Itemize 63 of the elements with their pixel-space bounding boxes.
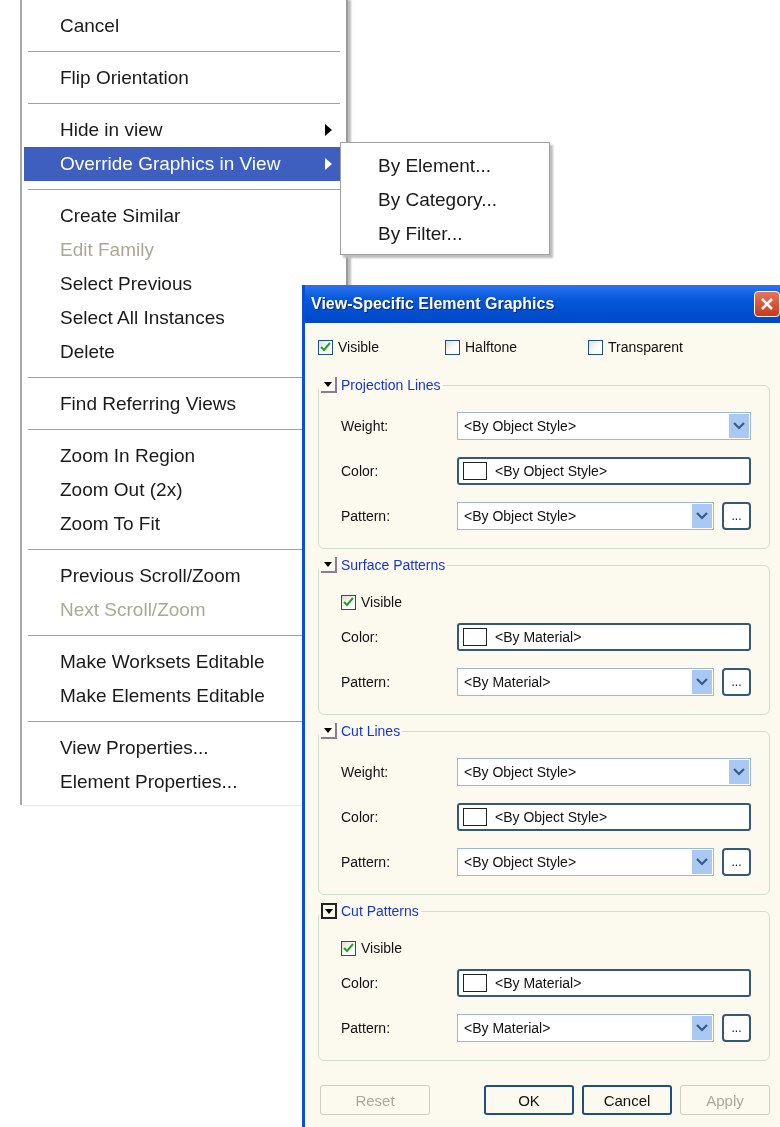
dialog-button[interactable]: OK (484, 1085, 574, 1115)
dropdown[interactable]: <By Object Style> (457, 412, 751, 440)
menu-item[interactable]: By Filter... (341, 217, 549, 251)
browse-button[interactable]: ... (722, 848, 751, 876)
color-picker[interactable]: <By Object Style> (457, 803, 751, 831)
chevron-down-icon (733, 422, 745, 430)
chevron-down-icon (696, 512, 708, 520)
dropdown[interactable]: <By Material> (457, 1014, 714, 1042)
close-icon (760, 297, 774, 311)
field-label: Pattern: (341, 1020, 392, 1036)
dropdown[interactable]: <By Object Style> (457, 848, 714, 876)
chevron-down-icon (696, 858, 708, 866)
triangle-down-icon (323, 559, 333, 569)
checkbox[interactable] (588, 339, 603, 355)
checkbox[interactable] (341, 594, 356, 610)
collapse-toggle[interactable] (321, 903, 337, 919)
submenu-arrow-icon (325, 158, 332, 170)
checkbox[interactable] (318, 339, 333, 355)
group-title: Cut Patterns (341, 903, 419, 919)
group-title: Surface Patterns (341, 557, 446, 573)
browse-button[interactable]: ... (722, 1014, 751, 1042)
menu-item[interactable]: Cancel (24, 9, 344, 43)
field-label: Color: (341, 975, 380, 991)
field-label: Weight: (341, 764, 390, 780)
triangle-down-icon (323, 379, 333, 389)
checkbox[interactable] (445, 339, 460, 355)
field-label: Pattern: (341, 674, 392, 690)
checkbox-label: Visible (338, 339, 379, 355)
checkbox[interactable] (341, 940, 356, 956)
checkbox-label: Transparent (608, 339, 683, 355)
field-label: Pattern: (341, 508, 392, 524)
chevron-down-icon (696, 678, 708, 686)
dropdown[interactable]: <By Object Style> (457, 758, 751, 786)
dialog-button[interactable]: Cancel (582, 1085, 672, 1115)
field-label: Color: (341, 463, 380, 479)
color-picker[interactable]: <By Object Style> (457, 457, 751, 485)
chevron-down-icon (733, 768, 745, 776)
color-picker[interactable]: <By Material> (457, 969, 751, 997)
menu-item[interactable]: Flip Orientation (24, 61, 344, 95)
chevron-down-icon (696, 1024, 708, 1032)
menu-item[interactable]: Hide in view (24, 113, 344, 147)
browse-button[interactable]: ... (722, 668, 751, 696)
close-button[interactable] (754, 291, 780, 317)
group-title: Cut Lines (341, 723, 401, 739)
group-title: Projection Lines (341, 377, 441, 393)
field-label: Pattern: (341, 854, 392, 870)
checkbox-label: Visible (361, 940, 402, 956)
dropdown[interactable]: <By Object Style> (457, 502, 714, 530)
submenu-arrow-icon (325, 124, 332, 136)
checkbox-label: Visible (361, 594, 402, 610)
checkbox-label: Halftone (465, 339, 518, 355)
triangle-down-icon (324, 906, 334, 916)
field-label: Color: (341, 809, 380, 825)
menu-item[interactable]: Create Similar (24, 199, 344, 233)
triangle-down-icon (323, 725, 333, 735)
browse-button[interactable]: ... (722, 502, 751, 530)
dropdown[interactable]: <By Material> (457, 668, 714, 696)
color-picker[interactable]: <By Material> (457, 623, 751, 651)
window-title: View-Specific Element Graphics (311, 295, 555, 313)
field-label: Color: (341, 629, 380, 645)
menu-item[interactable]: By Category... (341, 183, 549, 217)
field-label: Weight: (341, 418, 390, 434)
menu-item[interactable]: By Element... (341, 149, 549, 183)
